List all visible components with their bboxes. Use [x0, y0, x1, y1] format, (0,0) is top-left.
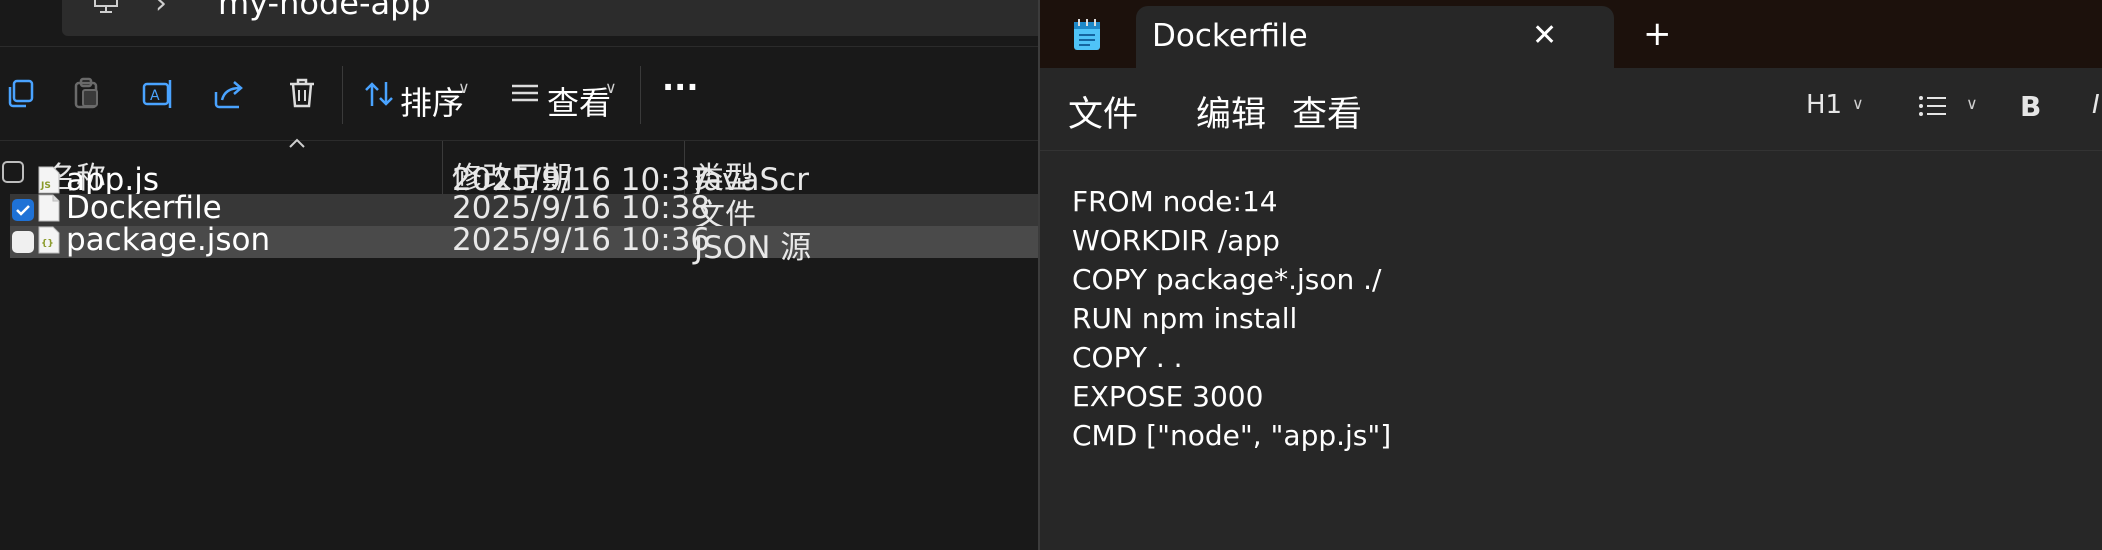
more-options-button[interactable]: ··· [662, 68, 698, 106]
chevron-down-icon: ∨ [1966, 94, 1978, 113]
chevron-down-icon: ∨ [458, 78, 470, 97]
svg-text:A: A [150, 88, 160, 104]
file-name[interactable]: package.json [66, 222, 270, 258]
chevron-down-icon: ∨ [605, 78, 617, 97]
json-file-icon: {} [38, 226, 60, 254]
menu-bar: 文件 编辑 查看 H1 ∨ ∨ B I [1040, 70, 2102, 148]
row-checkbox[interactable] [12, 231, 34, 253]
code-line: COPY . . [1072, 341, 1183, 374]
menu-view[interactable]: 查看 [1292, 86, 1362, 137]
tab-title: Dockerfile [1152, 18, 1308, 54]
rename-icon[interactable]: A [140, 76, 176, 112]
notepad-window: Dockerfile ✕ + 文件 编辑 查看 H1 ∨ ∨ B I FROM … [1038, 0, 2102, 550]
checkmark-icon [16, 205, 30, 216]
js-file-icon: JS [38, 166, 60, 194]
chevron-right-icon[interactable]: › [155, 0, 167, 21]
code-line: COPY package*.json ./ [1072, 263, 1382, 296]
code-line: RUN npm install [1072, 302, 1298, 335]
sort-ascending-icon [289, 138, 305, 148]
delete-icon[interactable] [284, 76, 320, 112]
menu-file[interactable]: 文件 [1068, 86, 1138, 137]
address-box[interactable] [62, 0, 1038, 36]
sort-icon[interactable] [362, 76, 398, 112]
file-type: JSON 源 [694, 230, 812, 266]
view-button[interactable]: 查看 [547, 78, 611, 124]
view-icon[interactable] [508, 76, 544, 112]
file-name[interactable]: Dockerfile [66, 190, 222, 226]
menu-edit[interactable]: 编辑 [1196, 86, 1266, 137]
document-tab[interactable]: Dockerfile ✕ [1136, 6, 1614, 70]
code-line: CMD ["node", "app.js"] [1072, 419, 1392, 452]
toolbar-separator [342, 66, 343, 124]
italic-icon[interactable]: I [2092, 90, 2100, 120]
new-tab-button[interactable]: + [1643, 14, 1672, 54]
list-icon[interactable] [1918, 94, 1948, 118]
svg-text:JS: JS [40, 181, 51, 191]
notepad-app-icon [1074, 19, 1100, 50]
code-line: WORKDIR /app [1072, 224, 1280, 257]
paste-icon[interactable] [68, 76, 104, 112]
chevron-down-icon: ∨ [1852, 94, 1864, 113]
code-line: EXPOSE 3000 [1072, 380, 1264, 413]
breadcrumb-folder[interactable]: my-node-app [218, 0, 431, 22]
toolbar-separator [640, 66, 641, 124]
command-bar: A 排序 ∨ 查看 ∨ ··· [0, 60, 1038, 136]
generic-file-icon [38, 194, 60, 222]
sort-button[interactable]: 排序 [400, 78, 464, 124]
file-row-package-json[interactable]: {} package.json 2025/9/16 10:36 JSON 源 [10, 222, 1038, 266]
heading-dropdown[interactable]: H1 [1806, 90, 1842, 120]
row-checkbox-checked[interactable] [12, 199, 34, 221]
file-modified: 2025/9/16 10:38 [452, 190, 711, 226]
code-line: FROM node:14 [1072, 185, 1278, 218]
address-bar: › my-node-app [0, 0, 1038, 47]
svg-text:{}: {} [41, 239, 54, 249]
file-modified: 2025/9/16 10:36 [452, 222, 711, 258]
title-bar: Dockerfile ✕ + [1040, 0, 2102, 70]
share-icon[interactable] [212, 76, 248, 112]
file-explorer-window: › my-node-app A 排序 ∨ 查看 ∨ ··· 名称 修改日期 类型… [0, 0, 1038, 550]
text-editor[interactable]: FROM node:14 WORKDIR /app COPY package*.… [1040, 150, 2102, 550]
close-icon[interactable]: ✕ [1532, 18, 1557, 53]
bold-button[interactable]: B [2020, 90, 2041, 123]
copy-icon[interactable] [4, 76, 40, 112]
computer-icon[interactable] [92, 0, 120, 14]
